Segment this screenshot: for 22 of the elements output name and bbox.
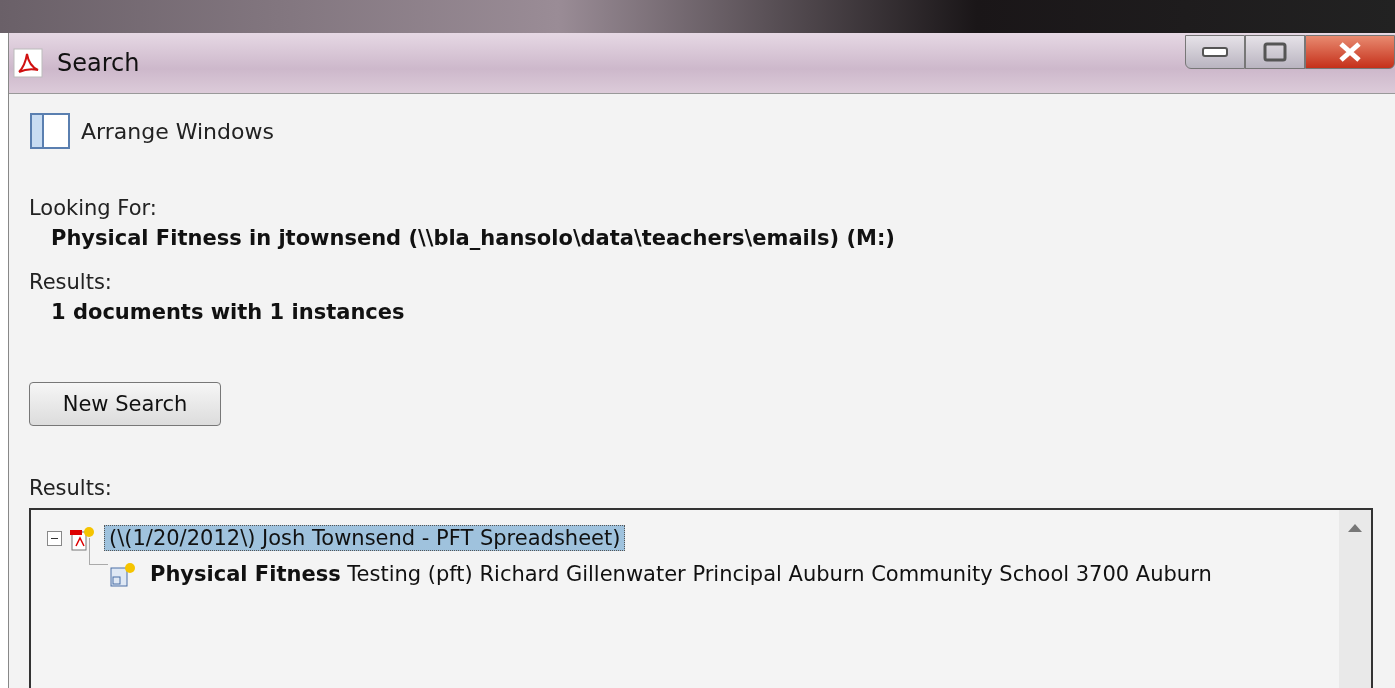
scrollbar[interactable] bbox=[1339, 510, 1371, 688]
minimize-icon bbox=[1202, 47, 1228, 57]
scroll-up-icon[interactable] bbox=[1348, 524, 1362, 532]
tree-item[interactable]: Physical Fitness Testing (pft) Richard Gillenwater Principal Auburn Community School 3700 Auburn bbox=[145, 561, 1217, 587]
results-label: Results: bbox=[29, 476, 113, 500]
results-count: 1 documents with 1 instances bbox=[51, 300, 406, 324]
window-title: Search bbox=[57, 49, 140, 77]
search-query: Physical Fitness in jtownsend (\\bla_hansolo\data\teachers\emails) (M:) bbox=[51, 226, 896, 250]
looking-for-label: Looking For: bbox=[29, 196, 158, 220]
minimize-button[interactable] bbox=[1185, 35, 1245, 69]
tree-connector-line bbox=[89, 538, 108, 565]
arrange-windows-button[interactable]: Arrange Windows bbox=[29, 112, 274, 150]
collapse-icon[interactable] bbox=[47, 530, 62, 546]
close-button[interactable] bbox=[1305, 35, 1395, 69]
maximize-button[interactable] bbox=[1245, 35, 1305, 69]
pdf-app-icon bbox=[13, 48, 43, 78]
new-search-button[interactable]: New Search bbox=[29, 382, 221, 426]
results-label: Results: bbox=[29, 270, 113, 294]
close-icon bbox=[1337, 41, 1363, 63]
window-layout-icon bbox=[29, 112, 71, 150]
tree-item[interactable]: (\(1/20/2012\) Josh Townsend - PFT Spreadsheet) bbox=[104, 525, 626, 551]
maximize-icon bbox=[1263, 42, 1287, 62]
